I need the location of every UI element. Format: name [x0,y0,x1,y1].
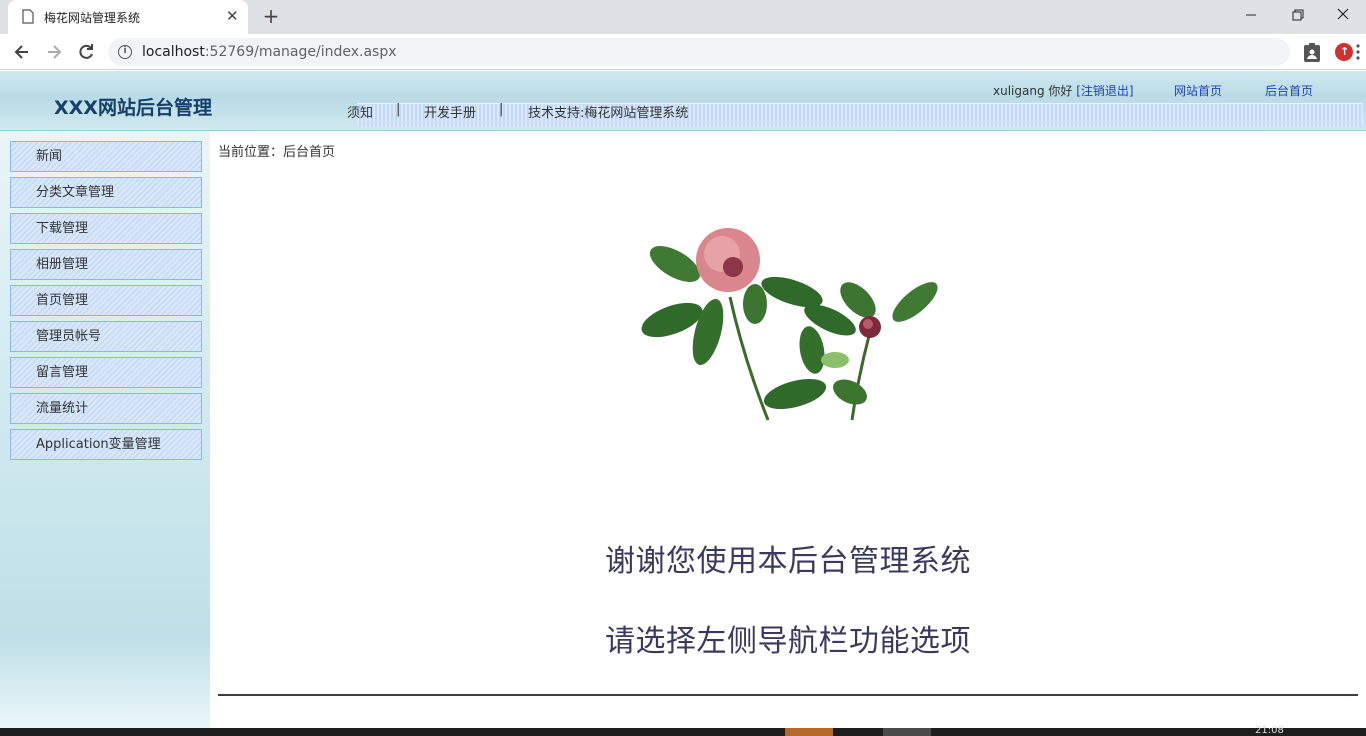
browser-tab-bar: 梅花网站管理系统 ✕ + [0,0,1366,34]
back-arrow-icon[interactable] [12,42,32,62]
sidebar-item-news[interactable]: 新闻 [10,141,202,172]
sidebar-item-traffic[interactable]: 流量统计 [10,393,202,424]
menu-icon[interactable] [1356,44,1360,60]
site-header: XXX网站后台管理 xuligang 你好 [注销退出] 网站首页 后台首页 须… [0,71,1366,131]
os-taskbar: 21:08 [0,725,1366,736]
reload-icon[interactable] [76,42,96,62]
sidebar-item-messages[interactable]: 留言管理 [10,357,202,388]
logout-link[interactable]: [注销退出] [1076,84,1133,98]
sidebar-item-albums[interactable]: 相册管理 [10,249,202,280]
browser-tab[interactable]: 梅花网站管理系统 ✕ [8,0,248,34]
topnav-separator: | [499,102,504,117]
window-close-icon[interactable] [1331,5,1355,25]
user-area: xuligang 你好 [注销退出] [993,82,1134,99]
topnav-tech-support[interactable]: 技术支持:梅花网站管理系统 [528,102,688,121]
url-path: :52769/manage/index.aspx [204,44,397,60]
taskbar-app-button[interactable] [785,728,833,736]
sidebar: 新闻 分类文章管理 下载管理 相册管理 首页管理 管理员帐号 留言管理 流量统计… [0,132,210,728]
taskbar-app-button[interactable] [883,728,931,736]
site-home-link[interactable]: 网站首页 [1174,82,1222,99]
content-divider [218,694,1358,696]
sidebar-item-homepage[interactable]: 首页管理 [10,285,202,316]
top-nav-strip [357,103,1363,127]
taskbar-clock: 21:08 [1255,725,1284,736]
user-greeting: xuligang 你好 [993,84,1073,98]
tab-title: 梅花网站管理系统 [44,11,141,25]
sidebar-item-admins[interactable]: 管理员帐号 [10,321,202,352]
sidebar-item-downloads[interactable]: 下载管理 [10,213,202,244]
clover-flower-image [641,228,938,421]
forward-arrow-icon[interactable] [44,42,64,62]
new-tab-button[interactable]: + [260,5,282,27]
topnav-dev-manual[interactable]: 开发手册 [424,102,476,121]
page-icon [22,9,34,24]
restore-icon[interactable] [1285,5,1309,25]
sidebar-item-app-vars[interactable]: Application变量管理 [10,429,202,460]
instruction-message: 请选择左侧导航栏功能选项 [605,624,971,659]
address-bar[interactable]: i localhost:52769/manage/index.aspx [108,38,1290,66]
topnav-separator: | [396,102,401,117]
close-tab-icon[interactable]: ✕ [226,7,242,25]
breadcrumb: 当前位置：后台首页 [218,145,336,160]
admin-home-link[interactable]: 后台首页 [1265,82,1313,99]
site-title: XXX网站后台管理 [54,97,212,119]
sidebar-item-articles[interactable]: 分类文章管理 [10,177,202,208]
minimize-icon[interactable] [1239,5,1263,25]
browser-toolbar: i localhost:52769/manage/index.aspx ↑ [0,34,1366,70]
welcome-message: 谢谢您使用本后台管理系统 [605,544,971,579]
url-text: localhost:52769/manage/index.aspx [142,44,397,60]
extension-icon[interactable]: ↑ [1335,43,1353,61]
info-icon[interactable]: i [118,45,132,59]
topnav-notice[interactable]: 须知 [347,102,373,121]
url-host: localhost [142,44,205,60]
clipboard-profile-icon[interactable] [1303,42,1321,62]
